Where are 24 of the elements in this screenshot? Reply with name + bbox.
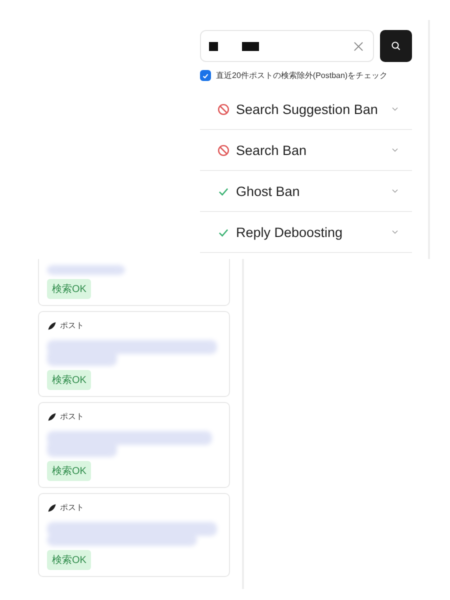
leaf-icon xyxy=(47,320,57,330)
checkbox-label: 直近20件ポストの検索除外(Postban)をチェック xyxy=(216,70,388,81)
search-field[interactable] xyxy=(200,30,374,62)
status-badge: 検索OK xyxy=(47,370,92,390)
redaction-bar xyxy=(209,42,218,50)
leaf-icon xyxy=(47,502,57,512)
post-label: ポスト xyxy=(60,320,84,331)
accordion-item[interactable]: Search Ban xyxy=(200,130,412,171)
accordion-item[interactable]: Search Suggestion Ban xyxy=(200,89,412,130)
status-badge: 検索OK xyxy=(47,550,92,570)
leaf-icon xyxy=(47,412,57,422)
search-button[interactable] xyxy=(380,30,412,62)
post-label: ポスト xyxy=(60,411,84,422)
search-icon xyxy=(390,40,402,52)
accordion-item[interactable]: Reply Deboosting xyxy=(200,212,412,253)
checkbox[interactable] xyxy=(200,70,211,81)
close-icon[interactable] xyxy=(352,40,365,52)
post-label: ポスト xyxy=(60,502,84,513)
status-badge: 検索OK xyxy=(47,461,92,481)
accordion-item[interactable]: Ghost Ban xyxy=(200,171,412,212)
prohibited-icon xyxy=(217,144,230,156)
prohibited-icon xyxy=(217,102,230,116)
status-badge: 検索OK xyxy=(47,279,92,299)
redaction-bar xyxy=(242,42,259,50)
